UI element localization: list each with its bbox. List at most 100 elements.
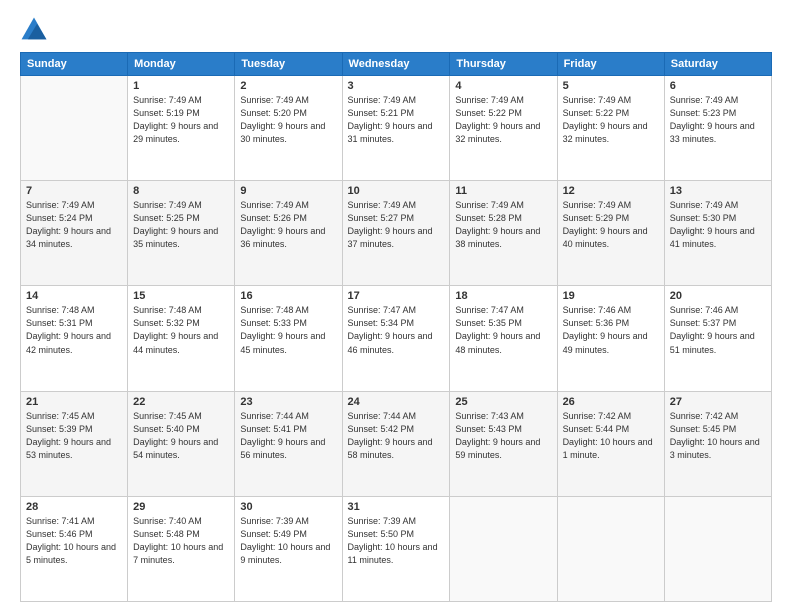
header-row: SundayMondayTuesdayWednesdayThursdayFrid… — [21, 53, 772, 76]
day-detail: Sunrise: 7:49 AMSunset: 5:30 PMDaylight:… — [670, 199, 766, 251]
day-number: 10 — [348, 185, 445, 197]
day-number: 7 — [26, 185, 122, 197]
day-cell: 28 Sunrise: 7:41 AMSunset: 5:46 PMDayligh… — [21, 496, 128, 601]
day-cell: 19 Sunrise: 7:46 AMSunset: 5:36 PMDayligh… — [557, 286, 664, 391]
day-cell: 18 Sunrise: 7:47 AMSunset: 5:35 PMDayligh… — [450, 286, 557, 391]
day-number: 15 — [133, 290, 229, 302]
day-cell: 30Sunrise: 7:39 AMSunset: 5:49 PMDayligh… — [235, 496, 342, 601]
day-detail: Sunrise: 7:45 AMSunset: 5:40 PMDaylight:… — [133, 410, 229, 462]
day-cell: 11 Sunrise: 7:49 AMSunset: 5:28 PMDayligh… — [450, 181, 557, 286]
day-detail: Sunrise: 7:47 AMSunset: 5:35 PMDaylight:… — [455, 304, 551, 356]
day-cell: 13 Sunrise: 7:49 AMSunset: 5:30 PMDayligh… — [664, 181, 771, 286]
day-detail: Sunrise: 7:49 AMSunset: 5:28 PMDaylight:… — [455, 199, 551, 251]
day-number: 9 — [240, 185, 336, 197]
day-number: 25 — [455, 396, 551, 408]
day-detail: Sunrise: 7:48 AMSunset: 5:32 PMDaylight:… — [133, 304, 229, 356]
day-number: 20 — [670, 290, 766, 302]
day-detail: Sunrise: 7:41 AMSunset: 5:46 PMDaylight:… — [26, 515, 122, 567]
day-cell: 20 Sunrise: 7:46 AMSunset: 5:37 PMDayligh… — [664, 286, 771, 391]
day-number: 13 — [670, 185, 766, 197]
day-detail: Sunrise: 7:49 AMSunset: 5:27 PMDaylight:… — [348, 199, 445, 251]
day-detail: Sunrise: 7:49 AMSunset: 5:19 PMDaylight:… — [133, 94, 229, 146]
day-detail: Sunrise: 7:44 AMSunset: 5:41 PMDaylight:… — [240, 410, 336, 462]
day-cell: 5 Sunrise: 7:49 AMSunset: 5:22 PMDaylight… — [557, 76, 664, 181]
day-number: 18 — [455, 290, 551, 302]
day-number: 2 — [240, 80, 336, 92]
day-number: 11 — [455, 185, 551, 197]
day-cell: 15 Sunrise: 7:48 AMSunset: 5:32 PMDayligh… — [128, 286, 235, 391]
day-detail: Sunrise: 7:45 AMSunset: 5:39 PMDaylight:… — [26, 410, 122, 462]
day-number: 24 — [348, 396, 445, 408]
day-detail: Sunrise: 7:49 AMSunset: 5:22 PMDaylight:… — [563, 94, 659, 146]
day-number: 1 — [133, 80, 229, 92]
day-cell — [664, 496, 771, 601]
day-cell: 17 Sunrise: 7:47 AMSunset: 5:34 PMDayligh… — [342, 286, 450, 391]
day-cell: 8 Sunrise: 7:49 AMSunset: 5:25 PMDaylight… — [128, 181, 235, 286]
day-detail: Sunrise: 7:46 AMSunset: 5:37 PMDaylight:… — [670, 304, 766, 356]
day-number: 26 — [563, 396, 659, 408]
day-cell — [450, 496, 557, 601]
day-number: 19 — [563, 290, 659, 302]
logo — [20, 16, 52, 44]
day-cell: 25 Sunrise: 7:43 AMSunset: 5:43 PMDayligh… — [450, 391, 557, 496]
day-number: 12 — [563, 185, 659, 197]
day-number: 14 — [26, 290, 122, 302]
day-cell: 6 Sunrise: 7:49 AMSunset: 5:23 PMDaylight… — [664, 76, 771, 181]
day-number: 5 — [563, 80, 659, 92]
day-detail: Sunrise: 7:43 AMSunset: 5:43 PMDaylight:… — [455, 410, 551, 462]
day-number: 16 — [240, 290, 336, 302]
header — [20, 16, 772, 44]
day-cell: 26 Sunrise: 7:42 AMSunset: 5:44 PMDayligh… — [557, 391, 664, 496]
day-detail: Sunrise: 7:46 AMSunset: 5:36 PMDaylight:… — [563, 304, 659, 356]
header-cell-monday: Monday — [128, 53, 235, 76]
calendar-table: SundayMondayTuesdayWednesdayThursdayFrid… — [20, 52, 772, 602]
day-cell — [557, 496, 664, 601]
day-cell: 24Sunrise: 7:44 AMSunset: 5:42 PMDayligh… — [342, 391, 450, 496]
calendar-body: 1 Sunrise: 7:49 AMSunset: 5:19 PMDaylight… — [21, 76, 772, 602]
day-detail: Sunrise: 7:49 AMSunset: 5:22 PMDaylight:… — [455, 94, 551, 146]
day-number: 27 — [670, 396, 766, 408]
day-cell: 1 Sunrise: 7:49 AMSunset: 5:19 PMDaylight… — [128, 76, 235, 181]
day-cell: 9 Sunrise: 7:49 AMSunset: 5:26 PMDaylight… — [235, 181, 342, 286]
day-number: 3 — [348, 80, 445, 92]
week-row-2: 7Sunrise: 7:49 AMSunset: 5:24 PMDaylight… — [21, 181, 772, 286]
day-cell: 29Sunrise: 7:40 AMSunset: 5:48 PMDayligh… — [128, 496, 235, 601]
day-detail: Sunrise: 7:49 AMSunset: 5:26 PMDaylight:… — [240, 199, 336, 251]
day-cell: 2 Sunrise: 7:49 AMSunset: 5:20 PMDaylight… — [235, 76, 342, 181]
header-cell-saturday: Saturday — [664, 53, 771, 76]
calendar-header: SundayMondayTuesdayWednesdayThursdayFrid… — [21, 53, 772, 76]
day-number: 17 — [348, 290, 445, 302]
day-detail: Sunrise: 7:42 AMSunset: 5:44 PMDaylight:… — [563, 410, 659, 462]
week-row-5: 28 Sunrise: 7:41 AMSunset: 5:46 PMDayligh… — [21, 496, 772, 601]
day-cell: 12 Sunrise: 7:49 AMSunset: 5:29 PMDayligh… — [557, 181, 664, 286]
day-cell: 21Sunrise: 7:45 AMSunset: 5:39 PMDayligh… — [21, 391, 128, 496]
day-detail: Sunrise: 7:49 AMSunset: 5:23 PMDaylight:… — [670, 94, 766, 146]
day-cell: 23Sunrise: 7:44 AMSunset: 5:41 PMDayligh… — [235, 391, 342, 496]
day-number: 28 — [26, 501, 122, 513]
day-cell: 22Sunrise: 7:45 AMSunset: 5:40 PMDayligh… — [128, 391, 235, 496]
day-detail: Sunrise: 7:39 AMSunset: 5:50 PMDaylight:… — [348, 515, 445, 567]
day-cell: 3Sunrise: 7:49 AMSunset: 5:21 PMDaylight… — [342, 76, 450, 181]
header-cell-sunday: Sunday — [21, 53, 128, 76]
week-row-1: 1 Sunrise: 7:49 AMSunset: 5:19 PMDaylight… — [21, 76, 772, 181]
day-cell — [21, 76, 128, 181]
day-number: 31 — [348, 501, 445, 513]
day-cell: 27 Sunrise: 7:42 AMSunset: 5:45 PMDayligh… — [664, 391, 771, 496]
logo-icon — [20, 16, 48, 44]
day-cell: 14 Sunrise: 7:48 AMSunset: 5:31 PMDayligh… — [21, 286, 128, 391]
day-cell: 10 Sunrise: 7:49 AMSunset: 5:27 PMDayligh… — [342, 181, 450, 286]
day-detail: Sunrise: 7:49 AMSunset: 5:20 PMDaylight:… — [240, 94, 336, 146]
day-number: 8 — [133, 185, 229, 197]
header-cell-friday: Friday — [557, 53, 664, 76]
day-number: 30 — [240, 501, 336, 513]
day-number: 6 — [670, 80, 766, 92]
day-detail: Sunrise: 7:49 AMSunset: 5:25 PMDaylight:… — [133, 199, 229, 251]
day-detail: Sunrise: 7:42 AMSunset: 5:45 PMDaylight:… — [670, 410, 766, 462]
header-cell-tuesday: Tuesday — [235, 53, 342, 76]
day-detail: Sunrise: 7:48 AMSunset: 5:31 PMDaylight:… — [26, 304, 122, 356]
day-detail: Sunrise: 7:47 AMSunset: 5:34 PMDaylight:… — [348, 304, 445, 356]
day-detail: Sunrise: 7:40 AMSunset: 5:48 PMDaylight:… — [133, 515, 229, 567]
header-cell-thursday: Thursday — [450, 53, 557, 76]
day-detail: Sunrise: 7:49 AMSunset: 5:29 PMDaylight:… — [563, 199, 659, 251]
day-cell: 4Sunrise: 7:49 AMSunset: 5:22 PMDaylight… — [450, 76, 557, 181]
